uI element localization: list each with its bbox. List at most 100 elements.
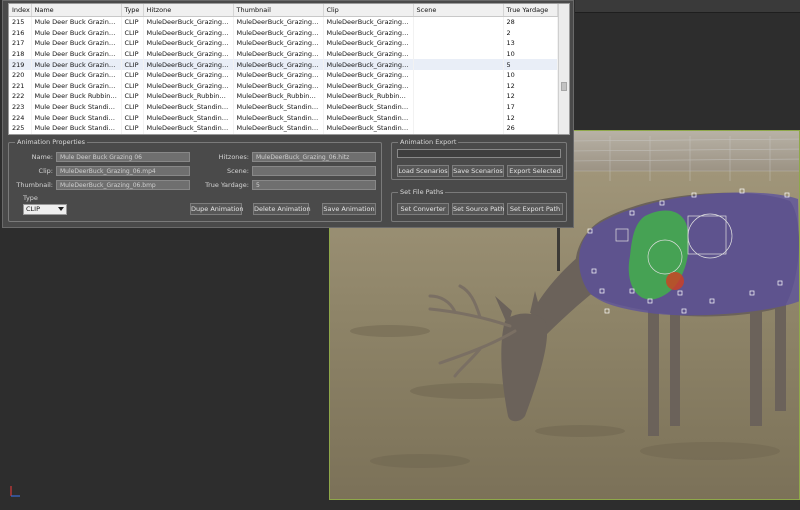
clip-label: Clip:	[38, 167, 53, 175]
table-row[interactable]: 220 Mule Deer Buck Grazing 07 CLIP MuleDeer…	[9, 69, 558, 81]
table-cell: MuleDeerBuck_Grazing_03.bmp	[323, 27, 414, 39]
table-row[interactable]: 219 Mule Deer Buck Grazing 06 CLIP MuleDeer…	[9, 59, 558, 70]
name-field[interactable]: Mule Deer Buck Grazing 06	[56, 152, 190, 162]
column-header[interactable]: Type	[121, 4, 144, 17]
table-cell: 223	[9, 101, 32, 113]
table-cell: MuleDeerBuck_Standing_02....	[143, 112, 234, 123]
table-cell: MuleDeerBuck_Grazing_08.hitz	[143, 80, 234, 92]
set-export-path-button[interactable]: Set Export Path	[507, 203, 563, 215]
table-cell: MuleDeerBuck_Standing_04....	[143, 122, 234, 134]
hitzones-field[interactable]: MuleDeerBuck_Grazing_06.hitz	[252, 152, 376, 162]
table-cell: 13	[503, 38, 558, 49]
group-title: Set File Paths	[398, 188, 446, 196]
column-header[interactable]: Scene	[413, 4, 504, 17]
column-header[interactable]: Index	[9, 4, 32, 17]
table-cell: MuleDeerBuck_Grazing_03.mp4	[233, 27, 324, 39]
dupe-animation-button[interactable]: Dupe Animation	[190, 203, 243, 215]
table-cell: MuleDeerBuck_Grazing_02.bmp	[323, 16, 414, 28]
table-row[interactable]: 224 Mule Deer Buck Standing 02 CLIP MuleDee…	[9, 112, 558, 123]
table-cell: MuleDeerBuck_Grazing_02.mp4	[233, 16, 324, 28]
group-title: Animation Export	[398, 138, 459, 146]
table-cell: Mule Deer Buck Standing 01	[31, 101, 122, 113]
table-row[interactable]: 226Mule Deer Doe Grazing 01CLIPMuleDeerD…	[9, 133, 558, 134]
table-cell: CLIP	[121, 133, 144, 134]
group-title: Animation Properties	[15, 138, 88, 146]
table-cell: CLIP	[121, 27, 144, 39]
set-converter-button[interactable]: Set Converter	[397, 203, 449, 215]
save-scenarios-button[interactable]: Save Scenarios	[452, 165, 504, 177]
export-selected-button[interactable]: Export Selected	[507, 165, 563, 177]
table-body: 215 Mule Deer Buck Grazing 02 CLIP MuleDeer…	[9, 16, 558, 134]
set-source-path-button[interactable]: Set Source Path	[452, 203, 504, 215]
table-cell: 218	[9, 48, 32, 60]
scrollbar-thumb[interactable]	[561, 82, 567, 91]
table-cell: CLIP	[121, 122, 144, 134]
table-cell: MuleDeerBuck_Grazing_06.bmp	[323, 59, 414, 70]
true-yardage-field[interactable]: 5	[252, 180, 376, 190]
table-cell: CLIP	[121, 16, 144, 28]
table-row[interactable]: 222 Mule Deer Buck Rubbing 01 CLIP MuleDeer…	[9, 91, 558, 102]
set-file-paths-group: Set File Paths Set Converter Set Source …	[391, 188, 567, 222]
table-cell: MuleDeerBuck_Grazing_04.hitz	[143, 38, 234, 49]
table-cell	[413, 27, 504, 39]
table-cell: MuleDeerDoe_Grazing_01.bmp	[323, 133, 414, 134]
table-cell: MuleDeerBuck_Standing_02....	[323, 112, 414, 123]
column-header[interactable]: True Yardage	[503, 4, 558, 17]
table-cell: 17	[503, 101, 558, 113]
table-cell: 10	[503, 69, 558, 81]
animation-grid: Index Name Type Hitzone Thumbnail Clip Scene Tr…	[9, 4, 558, 134]
table-cell: CLIP	[121, 48, 144, 60]
animation-properties-group: Animation Properties Name: Mule Deer Buc…	[8, 138, 382, 222]
table-cell: MuleDeerBuck_Grazing_08.mp4	[233, 80, 324, 92]
table-cell: MuleDeerBuck_Grazing_07.hitz	[143, 69, 234, 81]
table-cell: Mule Deer Buck Grazing 07	[31, 69, 122, 81]
delete-animation-button[interactable]: Delete Animation	[253, 203, 311, 215]
thumbnail-field[interactable]: MuleDeerBuck_Grazing_06.bmp	[56, 180, 190, 190]
table-cell: 224	[9, 112, 32, 123]
table-cell: 10	[503, 48, 558, 60]
type-select[interactable]: CLIP	[23, 204, 67, 215]
table-cell: CLIP	[121, 101, 144, 113]
table-row[interactable]: 225 Mule Deer Buck Standing 04 CLIP MuleDee…	[9, 122, 558, 134]
column-header[interactable]: Hitzone	[143, 4, 234, 17]
true-yardage-label: True Yardage:	[205, 181, 249, 189]
table-cell	[413, 91, 504, 102]
table-row[interactable]: 215 Mule Deer Buck Grazing 02 CLIP MuleDeer…	[9, 16, 558, 28]
table-row[interactable]: 216 Mule Deer Buck Grazing 03 CLIP MuleDeer…	[9, 27, 558, 39]
table-cell: 26	[503, 122, 558, 134]
column-header[interactable]: Thumbnail	[233, 4, 324, 17]
animation-table[interactable]: Index Name Type Hitzone Thumbnail Clip Scene Tr…	[8, 3, 570, 135]
table-cell: Mule Deer Doe Grazing 01	[31, 133, 122, 134]
table-cell: 220	[9, 69, 32, 81]
table-row[interactable]: 217 Mule Deer Buck Grazing 04 CLIP MuleDeer…	[9, 38, 558, 49]
table-cell: Mule Deer Buck Standing 04	[31, 122, 122, 134]
table-cell	[413, 133, 504, 134]
table-cell: Mule Deer Buck Grazing 05	[31, 48, 122, 60]
column-header[interactable]: Clip	[323, 4, 414, 17]
table-cell: Mule Deer Buck Grazing 02	[31, 16, 122, 28]
table-cell: MuleDeerBuck_Standing_01....	[143, 101, 234, 113]
name-label: Name:	[31, 153, 53, 161]
column-header[interactable]: Name	[31, 4, 122, 17]
load-scenarios-button[interactable]: Load Scenarios	[397, 165, 449, 177]
table-cell: 222	[9, 91, 32, 102]
table-cell	[413, 101, 504, 113]
table-row[interactable]: 218 Mule Deer Buck Grazing 05 CLIP MuleDeer…	[9, 48, 558, 60]
table-cell: 2	[503, 27, 558, 39]
table-cell: MuleDeerBuck_Rubbing_01.hitz	[143, 91, 234, 102]
scene-field[interactable]	[252, 166, 376, 176]
table-cell	[413, 59, 504, 70]
table-scrollbar[interactable]	[558, 4, 569, 134]
table-cell: CLIP	[121, 91, 144, 102]
animation-manager-window: Index Name Type Hitzone Thumbnail Clip Scene Tr…	[2, 0, 574, 228]
table-cell: MuleDeerBuck_Standing_01....	[233, 101, 324, 113]
table-row[interactable]: 223 Mule Deer Buck Standing 01 CLIP MuleDee…	[9, 101, 558, 113]
clip-field[interactable]: MuleDeerBuck_Grazing_06.mp4	[56, 166, 190, 176]
table-cell	[413, 112, 504, 123]
table-row[interactable]: 221 Mule Deer Buck Grazing 08 CLIP MuleDeer…	[9, 80, 558, 92]
save-animation-button[interactable]: Save Animation	[322, 203, 376, 215]
table-cell: 12	[503, 112, 558, 123]
table-cell: Mule Deer Buck Rubbing 01	[31, 91, 122, 102]
table-cell: MuleDeerBuck_Rubbing_01.b...	[323, 91, 414, 102]
table-cell: MuleDeerBuck_Standing_04....	[233, 122, 324, 134]
